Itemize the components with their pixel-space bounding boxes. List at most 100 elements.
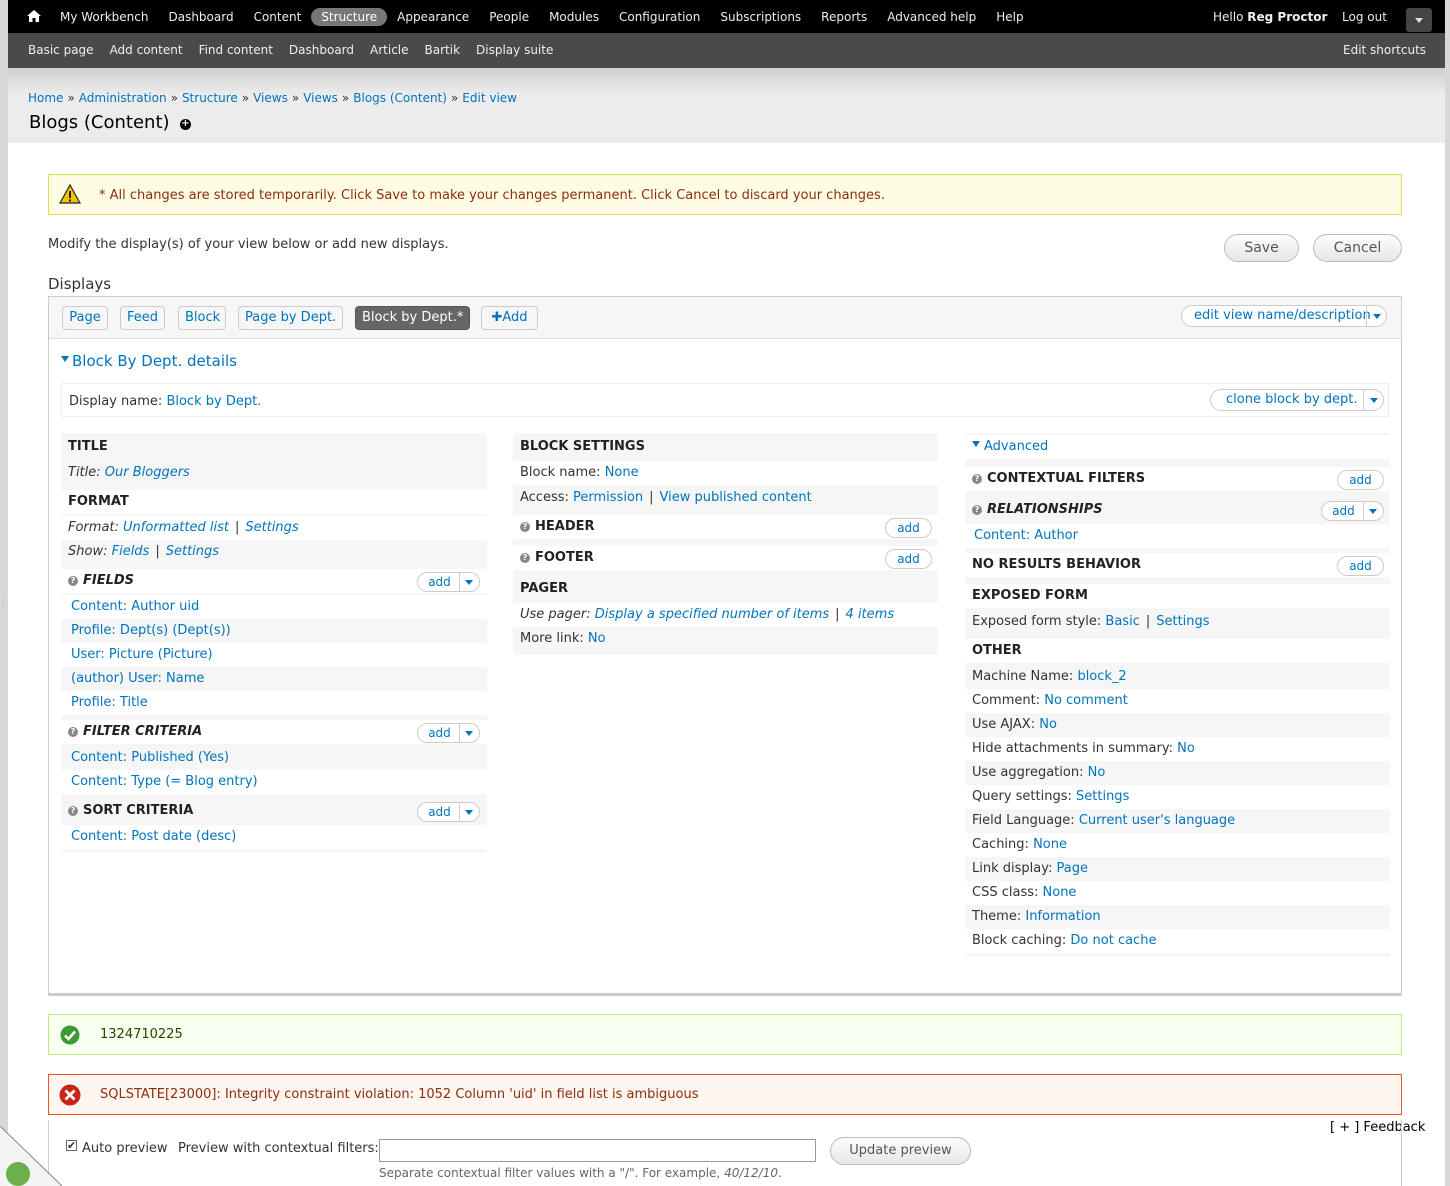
save-button[interactable]: Save [1224,234,1299,262]
tab-page[interactable]: Page [62,306,108,330]
field-item[interactable]: User: Picture (Picture) [61,643,487,667]
toolbar-menu-item[interactable]: Subscriptions [710,8,811,26]
breadcrumb-link[interactable]: Blogs (Content) [353,91,447,105]
home-icon[interactable] [26,8,42,24]
toolbar-menu-item[interactable]: Reports [811,8,877,26]
field-item-label[interactable]: Profile: Title [71,695,148,710]
shortcut-item[interactable]: Add content [102,43,191,57]
help-icon[interactable]: ? [520,553,530,563]
field-item[interactable]: Profile: Dept(s) (Dept(s)) [61,619,487,643]
title-link[interactable]: Our Bloggers [105,465,190,480]
filter-item-label[interactable]: Content: Type (= Blog entry) [71,774,258,789]
sort-add-button[interactable]: add [417,802,480,822]
relationships-add-button[interactable]: add [1321,501,1384,521]
help-icon[interactable]: ? [68,576,78,586]
tab-feed[interactable]: Feed [120,306,165,330]
fields-add-button[interactable]: add [417,572,480,592]
chevron-down-icon[interactable] [1363,502,1383,520]
no-results-add-button[interactable]: add [1337,556,1384,576]
help-icon[interactable]: ? [520,522,530,532]
field-item[interactable]: (author) User: Name [61,667,487,691]
shortcuts-toggle-button[interactable] [1406,8,1432,32]
other-setting-value[interactable]: Information [1025,909,1100,924]
contextual-add-button[interactable]: add [1337,470,1384,490]
pager-items-link[interactable]: 4 items [846,607,895,622]
toolbar-menu-item[interactable]: Appearance [387,8,479,26]
toolbar-menu-item[interactable]: People [479,8,539,26]
format-settings-link[interactable]: Settings [245,520,298,535]
contextual-filters-input[interactable] [379,1139,816,1162]
field-item-label[interactable]: Profile: Dept(s) (Dept(s)) [71,623,231,638]
toolbar-menu-item[interactable]: Configuration [609,8,710,26]
relationship-item-label[interactable]: Content: Author [974,528,1078,543]
field-item-label[interactable]: Content: Author uid [71,599,199,614]
shortcut-item[interactable]: Bartik [417,43,469,57]
tab-block[interactable]: Block [178,306,226,330]
filter-item-label[interactable]: Content: Published (Yes) [71,750,229,765]
field-item-label[interactable]: (author) User: Name [71,671,204,686]
breadcrumb-link[interactable]: Structure [182,91,238,105]
more-link-value[interactable]: No [588,631,606,646]
header-add-button[interactable]: add [885,518,932,538]
other-setting-value[interactable]: No [1088,765,1106,780]
pager-link[interactable]: Display a specified number of items [595,607,829,622]
tab-add[interactable]: ✚Add [481,306,538,330]
filter-item[interactable]: Content: Type (= Blog entry) [61,770,487,794]
other-setting-value[interactable]: No comment [1044,693,1128,708]
show-link[interactable]: Fields [112,544,150,559]
display-name-link[interactable]: Block by Dept. [166,394,261,409]
toolbar-menu-item[interactable]: Help [986,8,1033,26]
toolbar-menu-item[interactable]: Dashboard [158,8,243,26]
help-icon[interactable]: ? [972,474,982,484]
auto-preview-checkbox[interactable]: ✔ [66,1140,77,1151]
block-name-link[interactable]: None [605,465,639,480]
chevron-down-icon[interactable] [459,724,479,742]
toolbar-menu-item[interactable]: Structure [311,7,388,26]
resize-grip-icon[interactable]: · · · [2,596,5,612]
field-item[interactable]: Profile: Title [61,691,487,715]
tab-block-by-dept[interactable]: Block by Dept.* [355,306,470,330]
edit-view-name-button[interactable]: edit view name/description [1181,305,1387,327]
shortcut-item[interactable]: Basic page [20,43,102,57]
field-item-label[interactable]: User: Picture (Picture) [71,647,213,662]
help-icon[interactable]: ? [972,505,982,515]
breadcrumb-link[interactable]: Administration [79,91,167,105]
exposed-form-settings-link[interactable]: Settings [1156,614,1209,629]
chevron-down-icon[interactable] [459,803,479,821]
help-icon[interactable]: ? [68,806,78,816]
display-details-heading[interactable]: Block By Dept. details [61,352,237,370]
toolbar-menu-item[interactable]: My Workbench [50,8,158,26]
shortcut-item[interactable]: Dashboard [281,43,362,57]
exposed-form-link[interactable]: Basic [1105,614,1139,629]
field-item[interactable]: Content: Author uid [61,595,487,619]
breadcrumb-link[interactable]: Views [303,91,338,105]
username[interactable]: Reg Proctor [1247,10,1327,24]
other-setting-value[interactable]: None [1043,885,1077,900]
other-setting-value[interactable]: Settings [1076,789,1129,804]
toolbar-menu-item[interactable]: Modules [539,8,609,26]
access-link[interactable]: Permission [573,490,643,505]
other-setting-value[interactable]: Current user's language [1079,813,1235,828]
other-setting-value[interactable]: No [1039,717,1057,732]
format-link[interactable]: Unformatted list [123,520,229,535]
filter-item[interactable]: Content: Published (Yes) [61,746,487,770]
footer-add-button[interactable]: add [885,549,932,569]
shortcut-item[interactable]: Article [362,43,417,57]
edit-shortcuts-link[interactable]: Edit shortcuts [1343,43,1426,57]
toolbar-menu-item[interactable]: Content [244,8,312,26]
filter-add-button[interactable]: add [417,723,480,743]
clone-display-button[interactable]: clone block by dept. [1210,389,1384,411]
other-setting-value[interactable]: Page [1057,861,1088,876]
chevron-down-icon[interactable] [1366,306,1386,326]
cancel-button[interactable]: Cancel [1313,234,1402,262]
add-shortcut-icon[interactable]: + [180,119,191,130]
chevron-down-icon[interactable] [459,573,479,591]
tab-page-by-dept[interactable]: Page by Dept. [238,306,343,330]
sort-item[interactable]: Content: Post date (desc) [61,825,487,849]
sort-item-label[interactable]: Content: Post date (desc) [71,829,236,844]
other-setting-value[interactable]: No [1177,741,1195,756]
logout-link[interactable]: Log out [1342,10,1387,24]
access-settings-link[interactable]: View published content [660,490,812,505]
toolbar-menu-item[interactable]: Advanced help [877,8,986,26]
other-setting-value[interactable]: block_2 [1077,669,1126,684]
